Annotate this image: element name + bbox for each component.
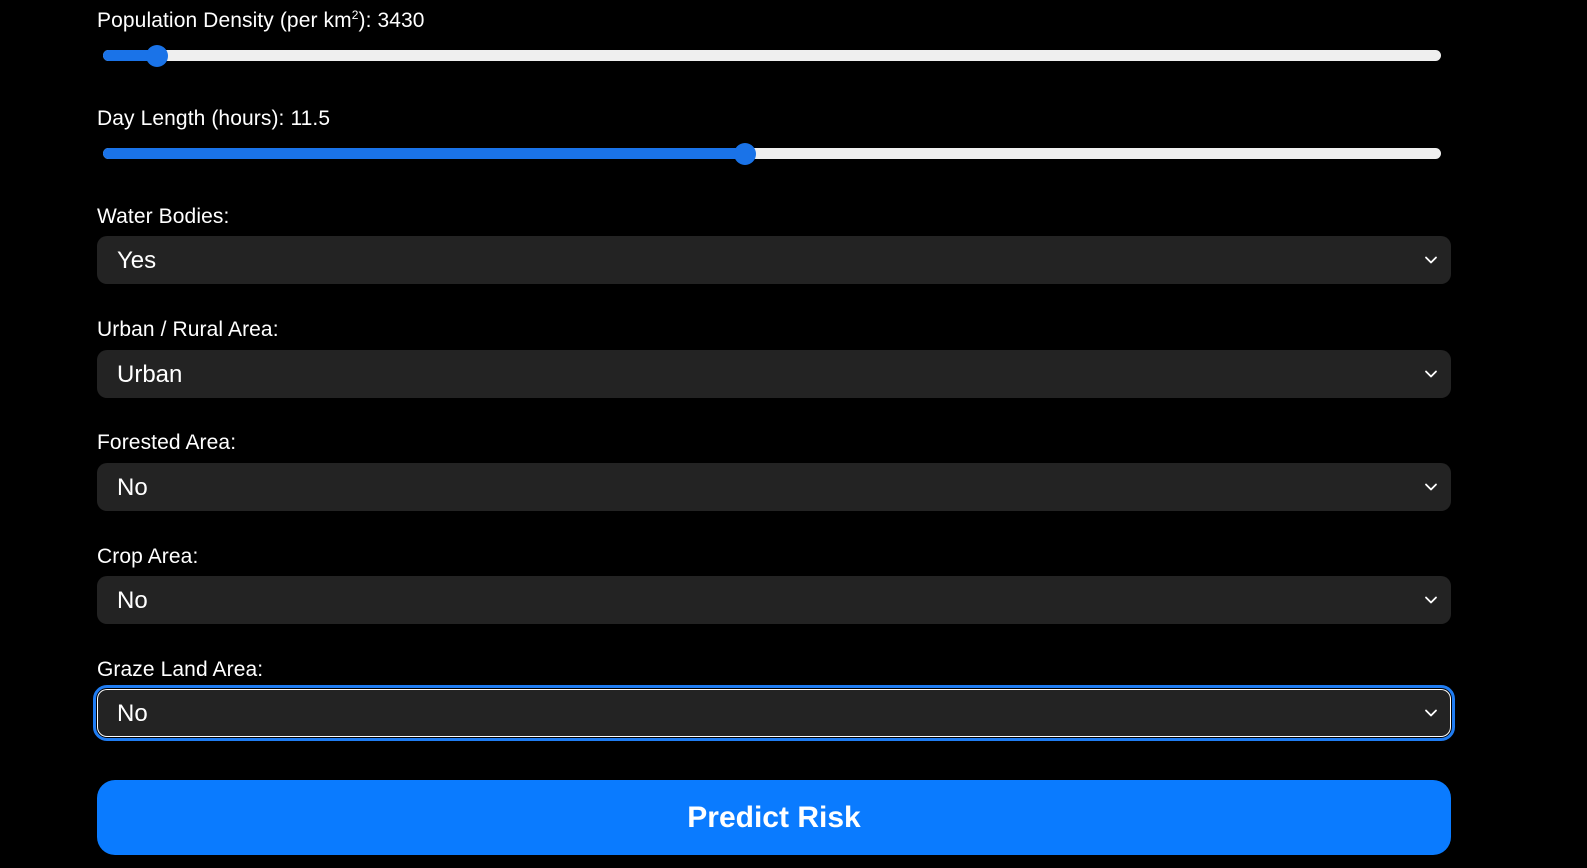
select-value: No bbox=[117, 700, 148, 727]
chevron-down-icon bbox=[1425, 709, 1437, 717]
population-density-value: 3430 bbox=[377, 9, 425, 32]
water-bodies-select[interactable]: Yes bbox=[97, 236, 1451, 284]
select-value: Urban bbox=[117, 361, 183, 388]
graze-land-select[interactable]: No bbox=[93, 685, 1455, 741]
forested-label: Forested Area: bbox=[97, 431, 237, 454]
urban-rural-select[interactable]: Urban bbox=[97, 350, 1451, 398]
graze-land-label: Graze Land Area: bbox=[97, 658, 264, 681]
urban-rural-label: Urban / Rural Area: bbox=[97, 318, 279, 341]
slider-thumb[interactable] bbox=[145, 45, 168, 67]
water-bodies-label: Water Bodies: bbox=[97, 205, 230, 228]
select-value: No bbox=[117, 587, 148, 614]
predict-risk-button[interactable]: Predict Risk bbox=[97, 780, 1451, 855]
chevron-down-icon bbox=[1425, 256, 1437, 264]
population-density-slider[interactable] bbox=[103, 44, 1441, 68]
slider-thumb[interactable] bbox=[734, 143, 757, 165]
slider-fill bbox=[103, 148, 746, 159]
crop-label: Crop Area: bbox=[97, 545, 199, 568]
chevron-down-icon bbox=[1425, 370, 1437, 378]
select-value: No bbox=[117, 474, 148, 501]
day-length-slider[interactable] bbox=[103, 142, 1441, 166]
slider-track bbox=[103, 50, 1441, 61]
day-length-value: 11.5 bbox=[290, 107, 331, 130]
forested-select[interactable]: No bbox=[97, 463, 1451, 511]
chevron-down-icon bbox=[1425, 596, 1437, 604]
chevron-down-icon bbox=[1425, 483, 1437, 491]
crop-select[interactable]: No bbox=[97, 576, 1451, 624]
population-density-label: Population Density (per km2): 3430 bbox=[97, 8, 425, 32]
day-length-label: Day Length (hours): 11.5 bbox=[97, 107, 331, 130]
select-value: Yes bbox=[117, 247, 157, 274]
